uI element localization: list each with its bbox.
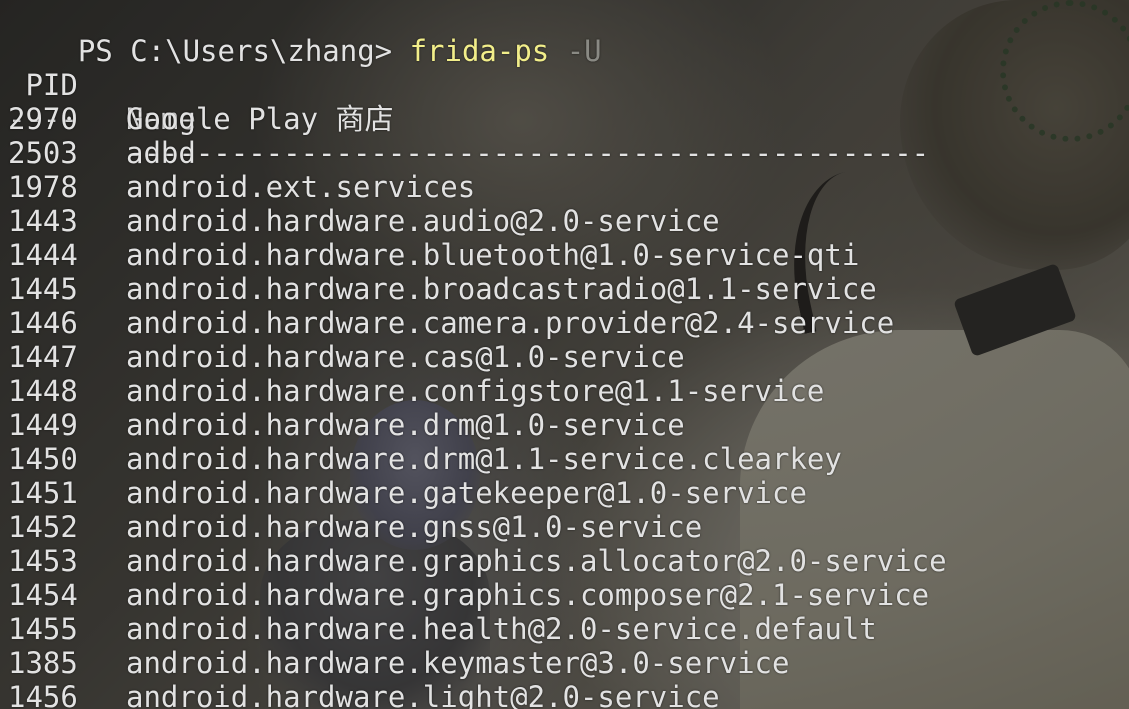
process-name: android.hardware.configstore@1.1-service — [126, 374, 825, 408]
process-name: android.hardware.light@2.0-service — [126, 680, 720, 709]
process-pid: 1445 — [8, 272, 78, 306]
process-name: android.hardware.health@2.0-service.defa… — [126, 612, 877, 646]
process-pid: 1978 — [8, 170, 78, 204]
process-pid: 2970 — [8, 102, 78, 136]
process-pid: 1385 — [8, 646, 78, 680]
process-name: android.ext.services — [126, 170, 476, 204]
separator-name: ----------------------------------------… — [126, 136, 930, 170]
process-pid: 1452 — [8, 510, 78, 544]
process-pid: 1449 — [8, 408, 78, 442]
process-name: android.hardware.camera.provider@2.4-ser… — [126, 306, 895, 340]
process-name: android.hardware.audio@2.0-service — [126, 204, 720, 238]
process-name: android.hardware.graphics.composer@2.1-s… — [126, 578, 930, 612]
process-pid: 1448 — [8, 374, 78, 408]
process-pid: 2503 — [8, 136, 78, 170]
process-pid: 1443 — [8, 204, 78, 238]
process-name: android.hardware.cas@1.0-service — [126, 340, 685, 374]
process-name: android.hardware.broadcastradio@1.1-serv… — [126, 272, 877, 306]
process-name: android.hardware.drm@1.0-service — [126, 408, 685, 442]
process-name: android.hardware.graphics.allocator@2.0-… — [126, 544, 947, 578]
process-name: android.hardware.drm@1.1-service.clearke… — [126, 442, 842, 476]
prompt-line: PS C:\Users\zhang> frida-ps -U — [8, 0, 602, 68]
process-pid: 1447 — [8, 340, 78, 374]
command-text: frida-ps — [409, 34, 550, 68]
process-pid: 1455 — [8, 612, 78, 646]
process-pid: 1456 — [8, 680, 78, 709]
process-name: android.hardware.keymaster@3.0-service — [126, 646, 790, 680]
prompt-text: PS C:\Users\zhang> — [77, 34, 410, 68]
process-pid: 1450 — [8, 442, 78, 476]
terminal-window[interactable]: PS C:\Users\zhang> frida-ps -U PID Name … — [0, 0, 1129, 709]
process-pid: 1446 — [8, 306, 78, 340]
process-name: Google Play 商店 — [126, 102, 394, 136]
table-separator: ---- -----------------------------------… — [8, 68, 929, 170]
command-arg-text: -U — [549, 34, 602, 68]
process-name: adbd — [126, 136, 196, 170]
process-pid: 1451 — [8, 476, 78, 510]
process-pid: 1454 — [8, 578, 78, 612]
process-pid: 1444 — [8, 238, 78, 272]
table-header: PID Name — [8, 34, 195, 136]
process-pid: 1453 — [8, 544, 78, 578]
process-name: android.hardware.gatekeeper@1.0-service — [126, 476, 807, 510]
process-name: android.hardware.bluetooth@1.0-service-q… — [126, 238, 860, 272]
process-name: android.hardware.gnss@1.0-service — [126, 510, 703, 544]
